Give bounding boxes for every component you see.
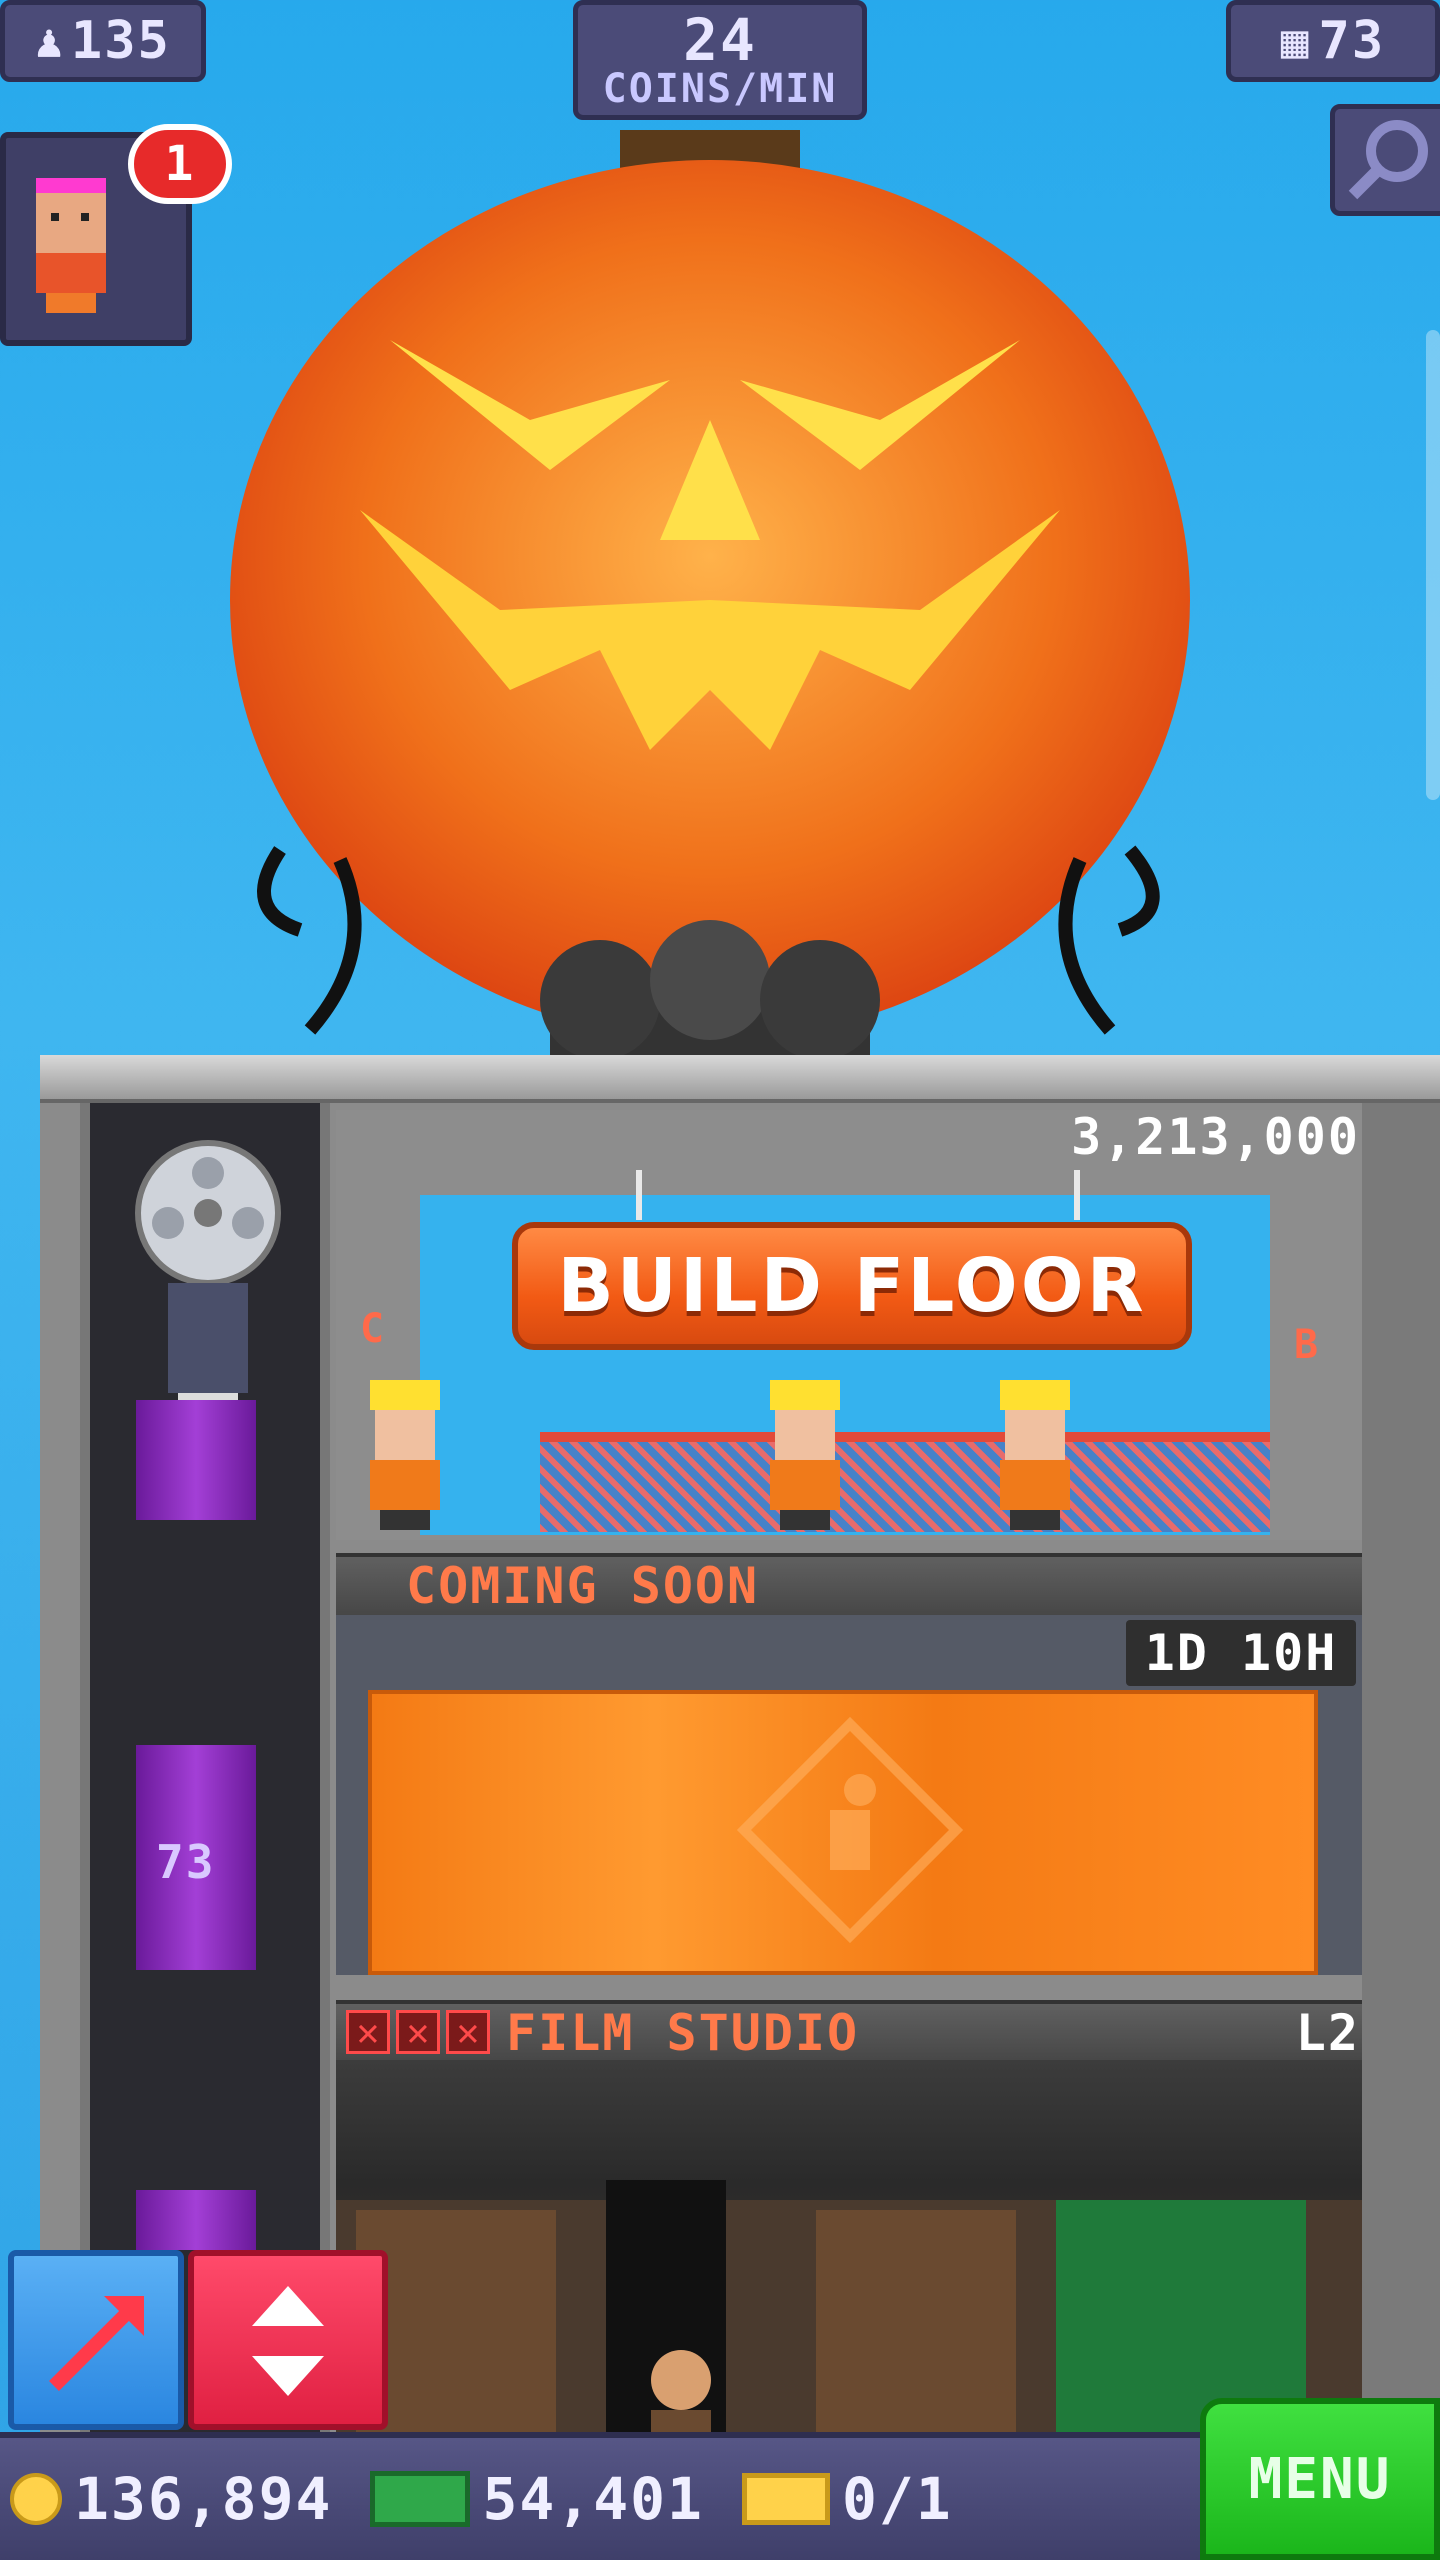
coming-soon-label-bar: COMING SOON xyxy=(336,1553,1362,1615)
construction-sign-icon xyxy=(736,1716,964,1944)
tickets-value: 0/1 xyxy=(841,2465,953,2533)
coins-per-min-display[interactable]: 24 COINS/MIN xyxy=(573,0,867,120)
floors-value: 73 xyxy=(1318,11,1386,71)
coins-per-min-value: 24 xyxy=(683,6,757,74)
population-counter[interactable]: ♟ 135 xyxy=(0,0,206,82)
bux-resource[interactable]: 54,401 xyxy=(370,2465,704,2533)
tickets-resource[interactable]: 0/1 xyxy=(741,2465,953,2533)
bux-icon xyxy=(370,2471,471,2527)
construction-worker-icon xyxy=(370,1380,440,1530)
menu-button[interactable]: MENU xyxy=(1200,2398,1440,2560)
empty-star-icon: ✕ xyxy=(396,2010,440,2054)
search-button[interactable] xyxy=(1330,104,1440,216)
film-reel-icon xyxy=(135,1140,281,1423)
person-icon: ♟ xyxy=(35,14,65,68)
coins-resource[interactable]: 136,894 xyxy=(10,2465,332,2533)
ticket-icon xyxy=(741,2473,830,2525)
floors-counter[interactable]: ▦ 73 xyxy=(1226,0,1440,82)
scroll-handle[interactable] xyxy=(1426,330,1440,800)
floor-stars: ✕ ✕ ✕ xyxy=(346,2010,490,2054)
construction-worker-icon xyxy=(770,1380,840,1530)
construction-worker-icon xyxy=(1000,1380,1070,1530)
visitor-notification-badge[interactable]: 1 xyxy=(128,124,232,204)
elevator-call-button[interactable] xyxy=(188,2250,388,2430)
elevator-car[interactable] xyxy=(136,2190,256,2250)
roof-ledge xyxy=(40,1055,1440,1103)
sign-hanger xyxy=(636,1170,642,1220)
elevator-car-current[interactable]: 73 xyxy=(136,1745,256,1970)
coin-icon xyxy=(10,2473,62,2525)
film-studio-level: L2 xyxy=(1295,2004,1360,2062)
building-icon: ▦ xyxy=(1280,14,1311,68)
build-floor-button[interactable]: BUILD FLOOR xyxy=(512,1222,1192,1350)
construction-timer: 1D 10H xyxy=(1126,1620,1356,1686)
population-value: 135 xyxy=(70,11,171,71)
bux-value: 54,401 xyxy=(482,2465,704,2533)
build-floor-cost: 3,213,000 xyxy=(1071,1108,1360,1166)
film-studio-label: FILM STUDIO xyxy=(506,2004,860,2062)
empty-star-icon: ✕ xyxy=(446,2010,490,2054)
build-sign-left-letter: C xyxy=(360,1306,387,1352)
up-down-arrows-icon xyxy=(252,2286,324,2396)
elevator-car[interactable] xyxy=(136,1400,256,1520)
arrow-up-right-icon xyxy=(49,2296,144,2391)
elevator-floor-number: 73 xyxy=(156,1835,216,1889)
sign-hanger xyxy=(1074,1170,1080,1220)
magnifier-icon xyxy=(1348,120,1428,200)
empty-star-icon: ✕ xyxy=(346,2010,390,2054)
tower-right-column xyxy=(1362,1103,1440,2465)
coming-soon-label: COMING SOON xyxy=(406,1557,760,1615)
coins-per-min-unit: COINS/MIN xyxy=(602,66,838,112)
coins-value: 136,894 xyxy=(74,2465,333,2533)
construction-railing xyxy=(540,1432,1270,1532)
pumpkin-roof-image xyxy=(230,130,1190,1060)
elevator-up-button[interactable] xyxy=(8,2250,184,2430)
build-sign-right-letter: B xyxy=(1294,1322,1321,1368)
